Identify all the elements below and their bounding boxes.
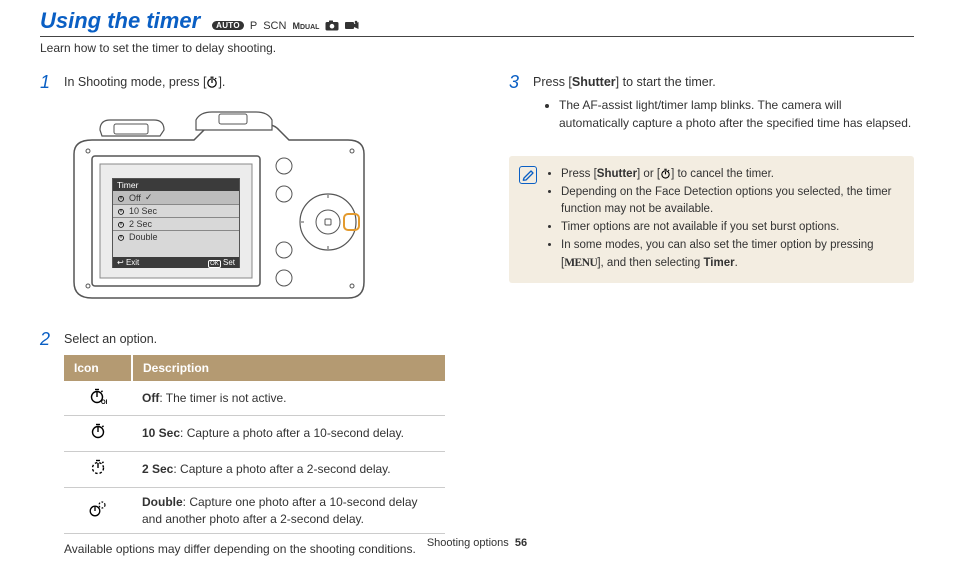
icon-double [64, 487, 132, 534]
icon-10sec [64, 416, 132, 452]
header: Using the timer AUTO P SCN MDUAL [40, 8, 914, 37]
table-row: 10 Sec: Capture a photo after a 10-secon… [64, 416, 445, 452]
options-table: Icon Description OFF Off: The timer is n… [64, 355, 445, 535]
table-row: OFF Off: The timer is not active. [64, 381, 445, 416]
table-head-desc: Description [132, 355, 445, 381]
page-subtitle: Learn how to set the timer to delay shoo… [40, 41, 914, 55]
camera-menu-set: Set [223, 258, 235, 267]
step2-text: Select an option. [64, 330, 445, 349]
camera-menu-item: Double [113, 231, 239, 243]
icon-off: OFF [64, 381, 132, 416]
camera-icon [325, 20, 339, 31]
step-number: 2 [40, 330, 54, 559]
left-column: 1 In Shooting mode, press []. [40, 73, 445, 572]
step-number: 3 [509, 73, 523, 142]
table-row: 2 Sec: Capture a photo after a 2-second … [64, 452, 445, 488]
right-column: 3 Press [Shutter] to start the timer. Th… [509, 73, 914, 572]
note-item: In some modes, you can also set the time… [561, 237, 902, 273]
timer-icon [660, 168, 671, 179]
step3-bullet: The AF-assist light/timer lamp blinks. T… [559, 96, 914, 132]
shutter-label: Shutter [572, 75, 616, 89]
note-item: Timer options are not available if you s… [561, 219, 902, 237]
menu-label: MENU [564, 257, 597, 269]
camera-menu-item: 2 Sec [113, 218, 239, 231]
step-1: 1 In Shooting mode, press []. [40, 73, 445, 92]
page-footer: Shooting options 56 [0, 537, 954, 549]
mode-dual-label: MDUAL [292, 21, 319, 31]
step1-text-pre: In Shooting mode, press [ [64, 75, 206, 89]
step1-text-post: ]. [218, 75, 225, 89]
page-title: Using the timer [40, 8, 200, 34]
mode-icons: AUTO P SCN MDUAL [212, 20, 359, 32]
camera-menu-exit: Exit [126, 258, 139, 267]
timer-icon [206, 76, 218, 88]
mode-auto-label: AUTO [212, 21, 244, 30]
icon-2sec [64, 452, 132, 488]
movie-icon [345, 20, 359, 31]
note-icon [519, 166, 537, 184]
step-2: 2 Select an option. Icon Description OFF… [40, 330, 445, 559]
mode-p-label: P [250, 20, 257, 32]
table-row: Double: Capture one photo after a 10-sec… [64, 487, 445, 534]
step-3: 3 Press [Shutter] to start the timer. Th… [509, 73, 914, 142]
svg-text:OFF: OFF [101, 400, 107, 405]
camera-illustration: Timer Off 10 Sec 2 Sec [64, 106, 445, 306]
note-item: Press [Shutter] or [] to cancel the time… [561, 166, 902, 184]
note-box: Press [Shutter] or [] to cancel the time… [509, 156, 914, 283]
camera-menu-title: Timer [113, 179, 239, 191]
camera-menu-item: 10 Sec [113, 205, 239, 218]
step-number: 1 [40, 73, 54, 92]
note-item: Depending on the Face Detection options … [561, 184, 902, 220]
table-head-icon: Icon [64, 355, 132, 381]
camera-menu-item: Off [113, 191, 239, 205]
mode-scn-label: SCN [263, 20, 286, 32]
